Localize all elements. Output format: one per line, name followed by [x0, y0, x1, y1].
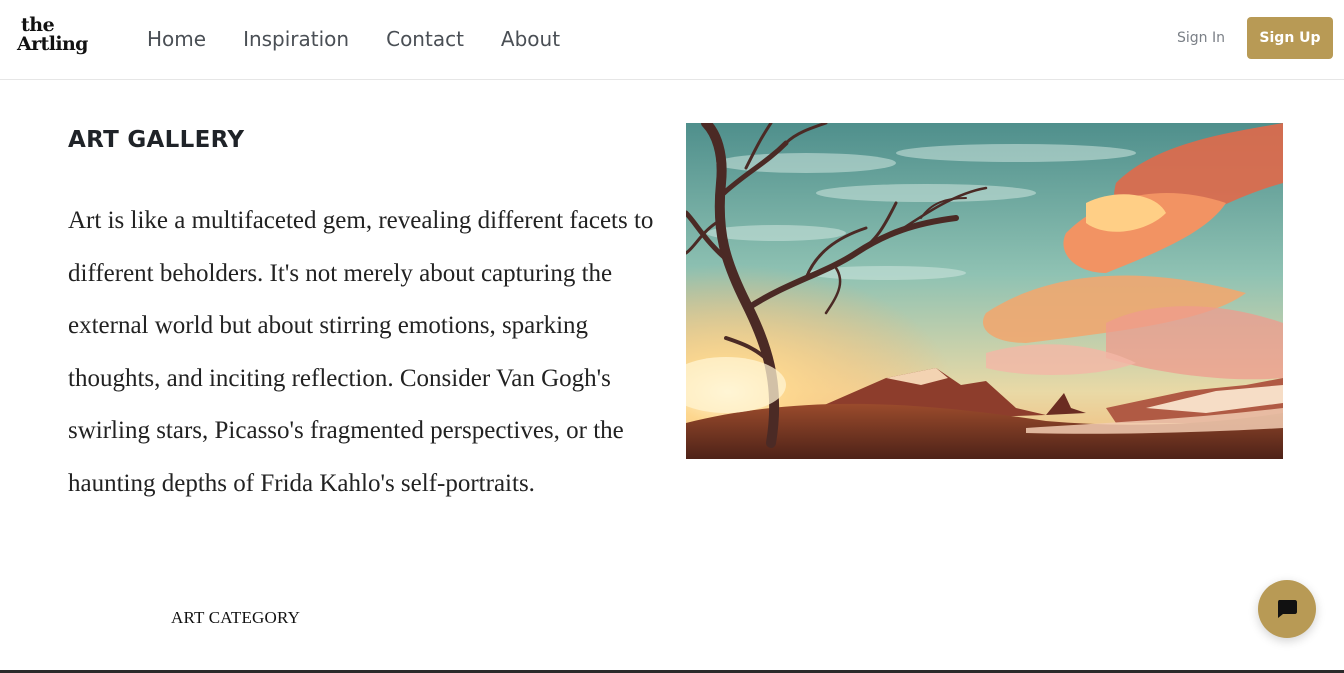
sign-in-link[interactable]: Sign In — [1177, 28, 1225, 48]
chat-bubble-icon — [1278, 600, 1297, 618]
nav-contact-link[interactable]: Contact — [386, 24, 464, 54]
gallery-description: Art is like a multifaceted gem, revealin… — [68, 207, 654, 497]
hero-artwork-image — [686, 123, 1283, 459]
logo-line-2: Artling — [17, 33, 88, 55]
nav-home-link[interactable]: Home — [147, 24, 206, 54]
nav-about-link[interactable]: About — [501, 24, 560, 54]
main-nav: Home Inspiration Contact About — [147, 24, 597, 54]
nav-inspiration-link[interactable]: Inspiration — [243, 24, 349, 54]
sign-up-button[interactable]: Sign Up — [1247, 17, 1333, 59]
chat-button[interactable] — [1258, 580, 1316, 638]
art-category-heading: ART CATEGORY — [171, 608, 301, 627]
site-header: the Artling Home Inspiration Contact Abo… — [0, 0, 1344, 80]
logo[interactable]: the Artling — [17, 15, 89, 63]
page-title: ART GALLERY — [68, 127, 245, 153]
